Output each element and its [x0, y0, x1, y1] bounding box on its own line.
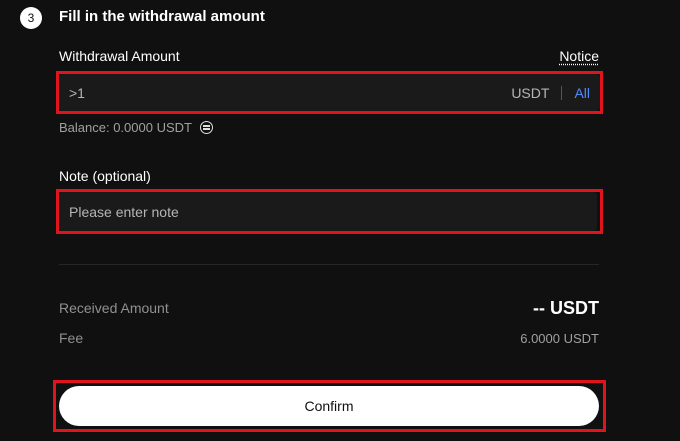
- notice-link[interactable]: Notice: [559, 48, 599, 64]
- fee-value: 6.0000 USDT: [520, 331, 599, 346]
- received-amount-value: -- USDT: [533, 298, 599, 318]
- note-label: Note (optional): [59, 168, 151, 184]
- confirm-button[interactable]: Confirm: [59, 386, 599, 426]
- balance-row: Balance: 0.0000 USDT: [59, 120, 213, 135]
- swap-circle-icon[interactable]: [199, 121, 213, 134]
- received-amount-label: Received Amount: [59, 300, 169, 316]
- step-title: Fill in the withdrawal amount: [59, 8, 265, 25]
- note-input[interactable]: [59, 192, 597, 231]
- step-number-badge: 3: [20, 7, 42, 29]
- note-field: [59, 192, 597, 231]
- balance-text: Balance: 0.0000 USDT: [59, 120, 192, 135]
- withdrawal-amount-input[interactable]: [59, 74, 512, 111]
- withdrawal-amount-label: Withdrawal Amount: [59, 48, 180, 64]
- section-divider: [59, 264, 599, 265]
- all-button[interactable]: All: [574, 85, 600, 101]
- fee-label: Fee: [59, 330, 84, 346]
- unit-divider: [561, 85, 563, 100]
- withdrawal-amount-field: USDT All: [59, 74, 600, 111]
- withdrawal-unit: USDT: [511, 84, 550, 101]
